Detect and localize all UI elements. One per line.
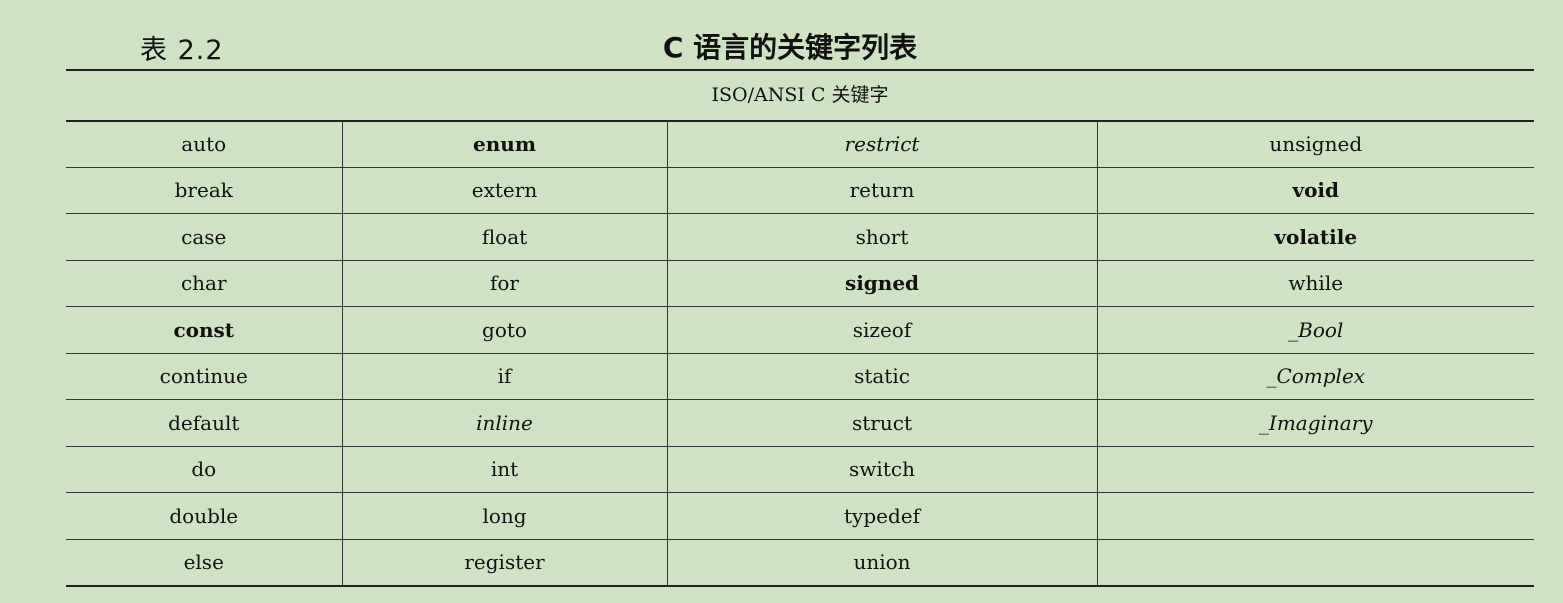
table-row: do int switch: [66, 446, 1534, 493]
keyword-cell: return: [666, 167, 1097, 214]
table-row: auto enum restrict unsigned: [66, 121, 1534, 168]
top-rule: [66, 69, 1534, 71]
table-row: case float short volatile: [66, 213, 1534, 261]
keyword-cell: [1096, 539, 1534, 587]
keyword-cell: inline: [341, 399, 667, 447]
keyword-cell: sizeof: [666, 306, 1097, 354]
table-row: char for signed while: [66, 260, 1534, 307]
keyword-cell: volatile: [1096, 213, 1534, 261]
table-row: double long typedef: [66, 492, 1534, 540]
keyword-table-body: auto enum restrict unsigned break extern retur…: [66, 121, 1534, 587]
keyword-cell: [1096, 446, 1534, 493]
keyword-cell: if: [341, 353, 667, 400]
keyword-cell: static: [666, 353, 1097, 400]
keyword-cell: signed: [666, 260, 1097, 307]
keyword-cell: break: [66, 167, 342, 214]
table-row: break extern return void: [66, 167, 1534, 214]
table-row: else register union: [66, 539, 1534, 587]
keyword-cell: float: [341, 213, 667, 261]
keyword-cell: auto: [66, 121, 342, 168]
table-row: const goto sizeof _Bool: [66, 306, 1534, 354]
keyword-cell: long: [341, 492, 667, 540]
keyword-cell: void: [1096, 167, 1534, 214]
table-number: 表 2.2: [140, 35, 224, 66]
keyword-cell: continue: [66, 353, 342, 400]
keyword-cell: register: [341, 539, 667, 587]
table-row: continue if static _Complex: [66, 353, 1534, 400]
keyword-cell: _Bool: [1096, 306, 1534, 354]
table-title: C 语言的关键字列表: [662, 31, 918, 64]
keyword-table: auto enum restrict unsigned break extern retur…: [66, 121, 1534, 587]
keyword-cell: extern: [341, 167, 667, 214]
keyword-cell: case: [66, 213, 342, 261]
keyword-cell: restrict: [666, 121, 1097, 168]
keyword-cell: int: [341, 446, 667, 493]
keyword-cell: goto: [341, 306, 667, 354]
keyword-cell: for: [341, 260, 667, 307]
table-row: default inline struct _Imaginary: [66, 399, 1534, 447]
keyword-cell: char: [66, 260, 342, 307]
keyword-cell: union: [666, 539, 1097, 587]
keyword-cell: [1096, 492, 1534, 540]
keyword-cell: typedef: [666, 492, 1097, 540]
keyword-cell: struct: [666, 399, 1097, 447]
keyword-cell: short: [666, 213, 1097, 261]
keyword-cell: switch: [666, 446, 1097, 493]
keyword-cell: do: [66, 446, 342, 493]
keyword-cell: const: [66, 306, 342, 354]
keyword-cell: _Complex: [1096, 353, 1534, 400]
keyword-cell: enum: [341, 121, 667, 168]
keyword-cell: while: [1096, 260, 1534, 307]
keyword-cell: unsigned: [1096, 121, 1534, 168]
keyword-cell: else: [66, 539, 342, 587]
keyword-cell: _Imaginary: [1096, 399, 1534, 447]
keyword-cell: double: [66, 492, 342, 540]
keyword-cell: default: [66, 399, 342, 447]
table-caption: ISO/ANSI C 关键字: [711, 84, 889, 106]
table-header: 表 2.2 C 语言的关键字列表: [0, 0, 1563, 70]
